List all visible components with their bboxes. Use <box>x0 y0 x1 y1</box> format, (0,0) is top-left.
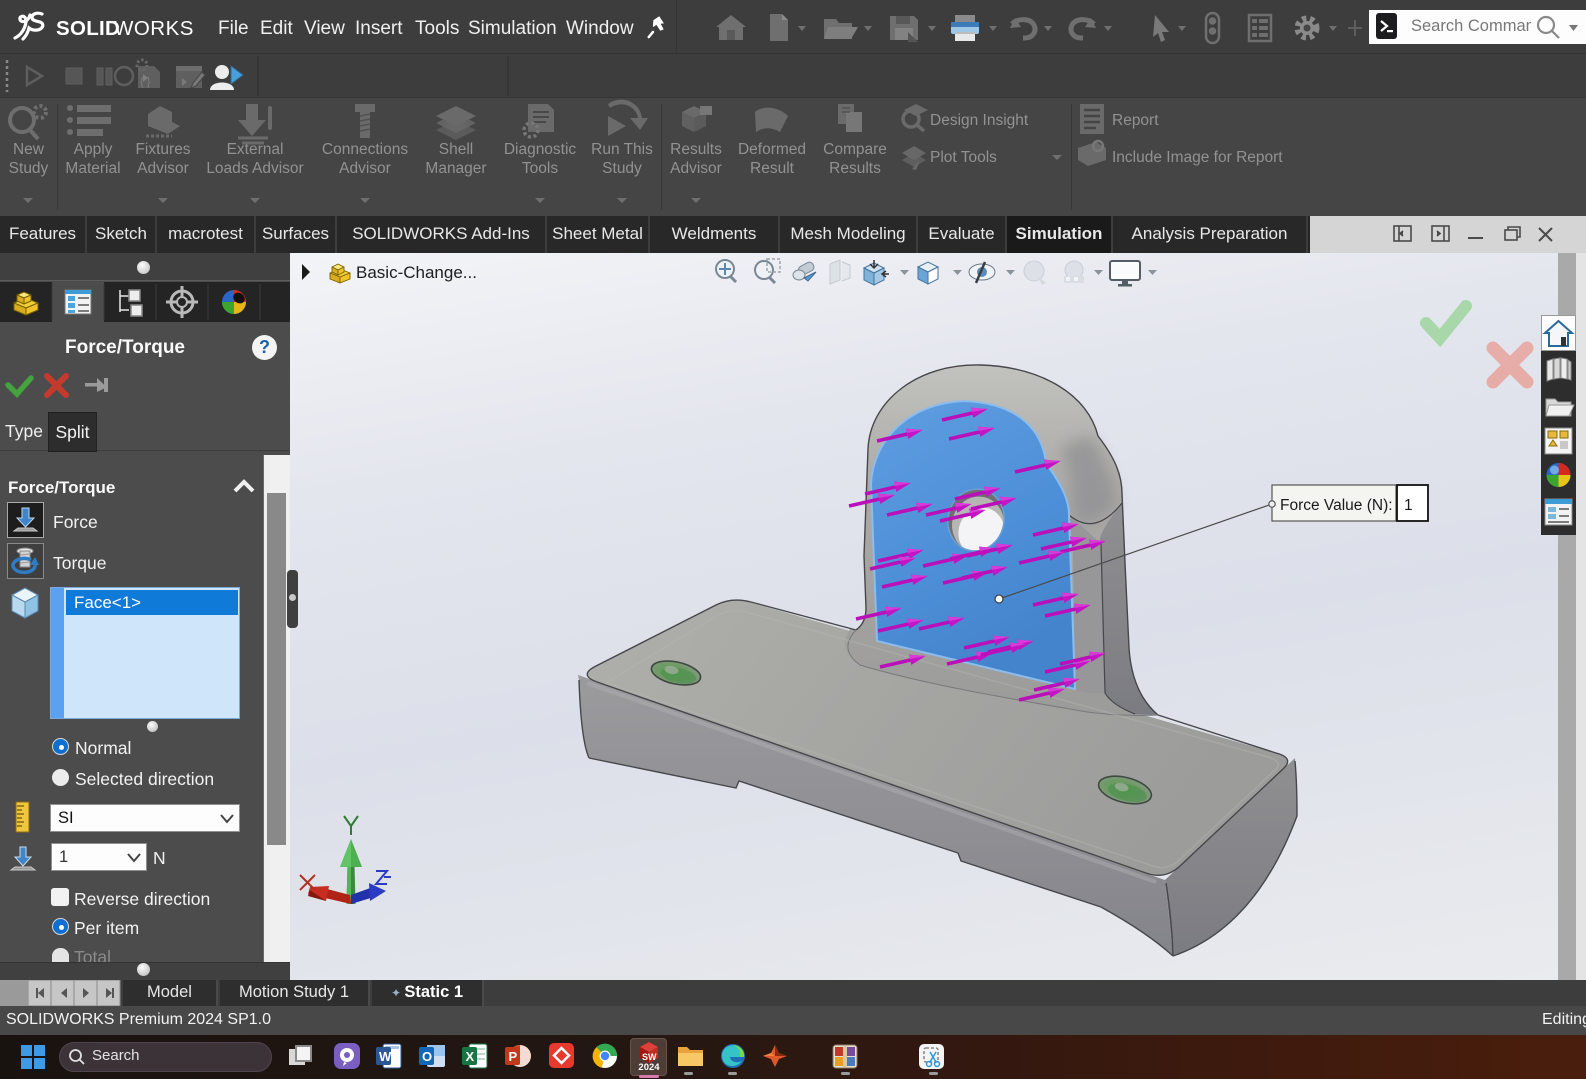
svg-text:1: 1 <box>1404 497 1413 514</box>
svg-text:X: X <box>466 1049 475 1064</box>
svg-text:Force Value (N):: Force Value (N): <box>1280 497 1393 514</box>
svg-text:W: W <box>379 1049 392 1064</box>
svg-text:Basic-Change...: Basic-Change... <box>356 263 477 282</box>
svg-text:{ }: { } <box>140 76 151 88</box>
svg-text:P: P <box>509 1049 518 1064</box>
svg-text:O: O <box>422 1049 432 1064</box>
svg-text:SOLID: SOLID <box>56 17 120 40</box>
svg-text:SW: SW <box>642 1052 657 1062</box>
svg-text:WORKS: WORKS <box>114 17 194 40</box>
